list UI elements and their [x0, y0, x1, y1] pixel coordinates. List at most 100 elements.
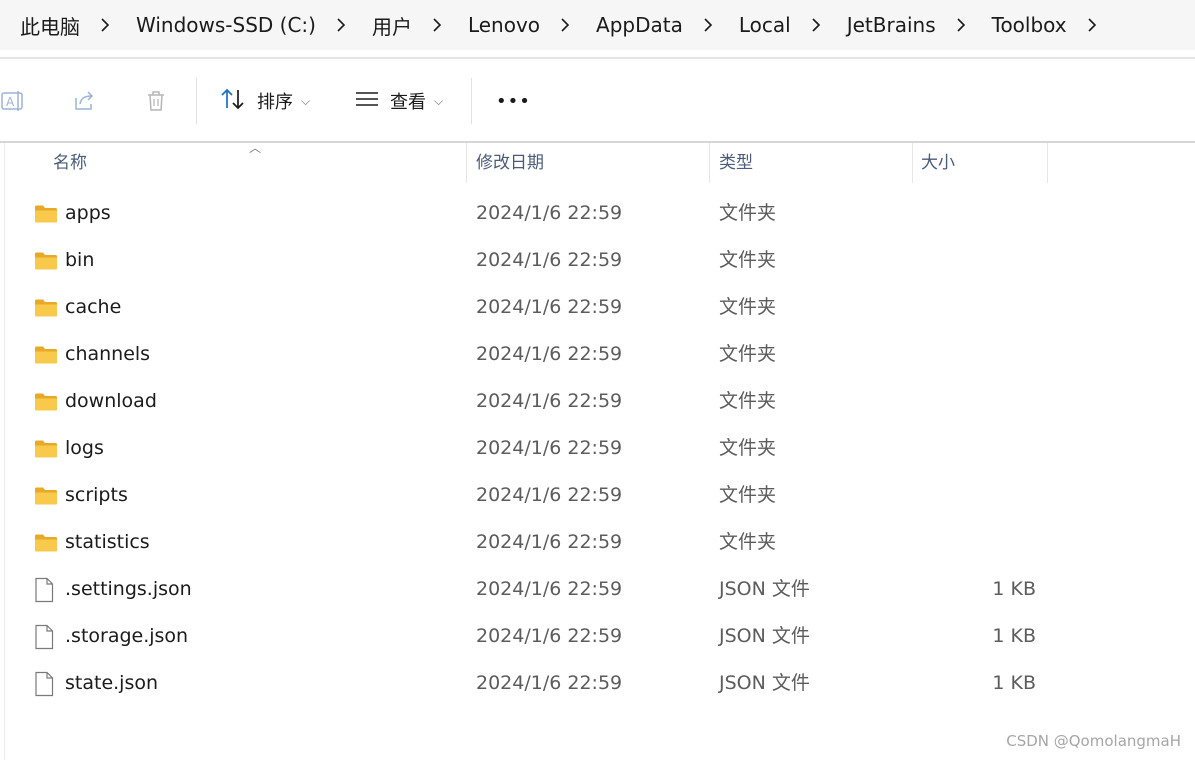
chevron-right-icon[interactable]: [554, 14, 576, 36]
file-date: 2024/1/6 22:59: [476, 531, 623, 553]
breadcrumb-item-toolbox[interactable]: Toolbox: [972, 0, 1103, 50]
chevron-down-icon: ⌵: [301, 93, 311, 108]
file-row[interactable]: download 2024/1/6 22:59 文件夹: [0, 378, 1195, 425]
file-size: 1 KB: [992, 578, 1036, 600]
file-date: 2024/1/6 22:59: [476, 578, 623, 600]
rename-icon[interactable]: A: [0, 86, 28, 116]
breadcrumb-item-users[interactable]: 用户: [352, 0, 448, 50]
file-row[interactable]: scripts 2024/1/6 22:59 文件夹: [0, 472, 1195, 519]
breadcrumb-item-lenovo[interactable]: Lenovo: [448, 0, 576, 50]
breadcrumb-label[interactable]: Local: [719, 13, 805, 37]
file-icon: [34, 566, 54, 613]
column-header-type[interactable]: 类型: [719, 143, 753, 183]
column-divider[interactable]: [709, 143, 710, 183]
file-date: 2024/1/6 22:59: [476, 249, 623, 271]
chevron-right-icon[interactable]: [805, 14, 827, 36]
column-divider[interactable]: [1047, 143, 1048, 183]
file-type: 文件夹: [719, 249, 777, 271]
view-label: 查看: [390, 92, 426, 113]
address-bar: 此电脑 Windows-SSD (C:) 用户 Lenovo AppData L…: [0, 0, 1195, 50]
view-list-icon: [354, 86, 380, 117]
file-date: 2024/1/6 22:59: [476, 625, 623, 647]
chevron-right-icon[interactable]: [950, 14, 972, 36]
breadcrumb-label[interactable]: Lenovo: [448, 13, 554, 37]
folder-icon: [34, 284, 58, 331]
file-date: 2024/1/6 22:59: [476, 202, 623, 224]
chevron-right-icon[interactable]: [94, 14, 116, 36]
file-date: 2024/1/6 22:59: [476, 343, 623, 365]
file-date: 2024/1/6 22:59: [476, 484, 623, 506]
breadcrumb-label[interactable]: 此电脑: [0, 11, 94, 40]
column-divider[interactable]: [466, 143, 467, 183]
breadcrumb-item-jetbrains[interactable]: JetBrains: [827, 0, 972, 50]
watermark: CSDN @QomolangmaH: [1006, 732, 1181, 750]
more-icon: •••: [496, 90, 531, 112]
sort-label: 排序: [257, 92, 293, 113]
file-row[interactable]: channels 2024/1/6 22:59 文件夹: [0, 331, 1195, 378]
breadcrumb-item-this-pc[interactable]: 此电脑: [0, 0, 116, 50]
file-type: 文件夹: [719, 531, 777, 553]
breadcrumb-label[interactable]: Windows-SSD (C:): [116, 13, 330, 37]
divider: [0, 57, 1195, 59]
chevron-down-icon: ⌵: [434, 93, 444, 108]
file-name: state.json: [65, 672, 159, 694]
file-row[interactable]: apps 2024/1/6 22:59 文件夹: [0, 190, 1195, 237]
column-header-date[interactable]: 修改日期: [476, 143, 544, 183]
breadcrumb-item-local[interactable]: Local: [719, 0, 827, 50]
folder-icon: [34, 519, 58, 566]
file-type: 文件夹: [719, 343, 777, 365]
sort-ascending-icon: ︿: [249, 141, 262, 155]
file-name: .settings.json: [65, 578, 192, 600]
file-row[interactable]: state.json 2024/1/6 22:59 JSON 文件 1 KB: [0, 660, 1195, 707]
file-row[interactable]: cache 2024/1/6 22:59 文件夹: [0, 284, 1195, 331]
column-divider[interactable]: [912, 143, 913, 183]
chevron-right-icon[interactable]: [1081, 14, 1103, 36]
trash-icon[interactable]: [141, 86, 171, 116]
breadcrumb-item-appdata[interactable]: AppData: [576, 0, 719, 50]
file-row[interactable]: statistics 2024/1/6 22:59 文件夹: [0, 519, 1195, 566]
file-type: JSON 文件: [719, 625, 810, 647]
file-date: 2024/1/6 22:59: [476, 296, 623, 318]
file-type: 文件夹: [719, 202, 777, 224]
file-name: apps: [65, 202, 111, 224]
breadcrumb-item-drive[interactable]: Windows-SSD (C:): [116, 0, 352, 50]
file-row[interactable]: bin 2024/1/6 22:59 文件夹: [0, 237, 1195, 284]
column-header-name[interactable]: 名称: [53, 143, 87, 183]
file-list: apps 2024/1/6 22:59 文件夹 bin 2024/1/6 22:59 文件…: [0, 190, 1195, 707]
file-name: statistics: [65, 531, 150, 553]
column-header-row: ︿ 名称 修改日期 类型 大小: [0, 141, 1195, 183]
chevron-right-icon[interactable]: [697, 14, 719, 36]
folder-icon: [34, 237, 58, 284]
folder-icon: [34, 425, 58, 472]
breadcrumb-label[interactable]: JetBrains: [827, 13, 950, 37]
file-row[interactable]: logs 2024/1/6 22:59 文件夹: [0, 425, 1195, 472]
folder-icon: [34, 378, 58, 425]
file-icon: [34, 660, 54, 707]
file-type: JSON 文件: [719, 578, 810, 600]
file-name: download: [65, 390, 157, 412]
share-icon[interactable]: [69, 86, 99, 116]
chevron-right-icon[interactable]: [330, 14, 352, 36]
file-type: JSON 文件: [719, 672, 810, 694]
more-options-button[interactable]: •••: [496, 82, 531, 120]
column-header-size[interactable]: 大小: [921, 143, 955, 183]
file-icon: [34, 613, 54, 660]
file-size: 1 KB: [992, 672, 1036, 694]
sort-button[interactable]: 排序 ⌵: [219, 82, 310, 120]
breadcrumb-label[interactable]: AppData: [576, 13, 697, 37]
command-bar: A 排序 ⌵ 查看 ⌵ •••: [0, 60, 1195, 142]
view-button[interactable]: 查看 ⌵: [354, 82, 443, 120]
chevron-right-icon[interactable]: [426, 14, 448, 36]
toolbar-divider: [196, 78, 197, 124]
file-row[interactable]: .settings.json 2024/1/6 22:59 JSON 文件 1 KB: [0, 566, 1195, 613]
file-type: 文件夹: [719, 484, 777, 506]
sort-icon: [219, 86, 247, 117]
file-type: 文件夹: [719, 296, 777, 318]
breadcrumb-label[interactable]: 用户: [352, 11, 426, 40]
file-type: 文件夹: [719, 390, 777, 412]
file-name: channels: [65, 343, 151, 365]
breadcrumb-label[interactable]: Toolbox: [972, 13, 1081, 37]
file-date: 2024/1/6 22:59: [476, 390, 623, 412]
file-row[interactable]: .storage.json 2024/1/6 22:59 JSON 文件 1 KB: [0, 613, 1195, 660]
file-name: logs: [65, 437, 104, 459]
